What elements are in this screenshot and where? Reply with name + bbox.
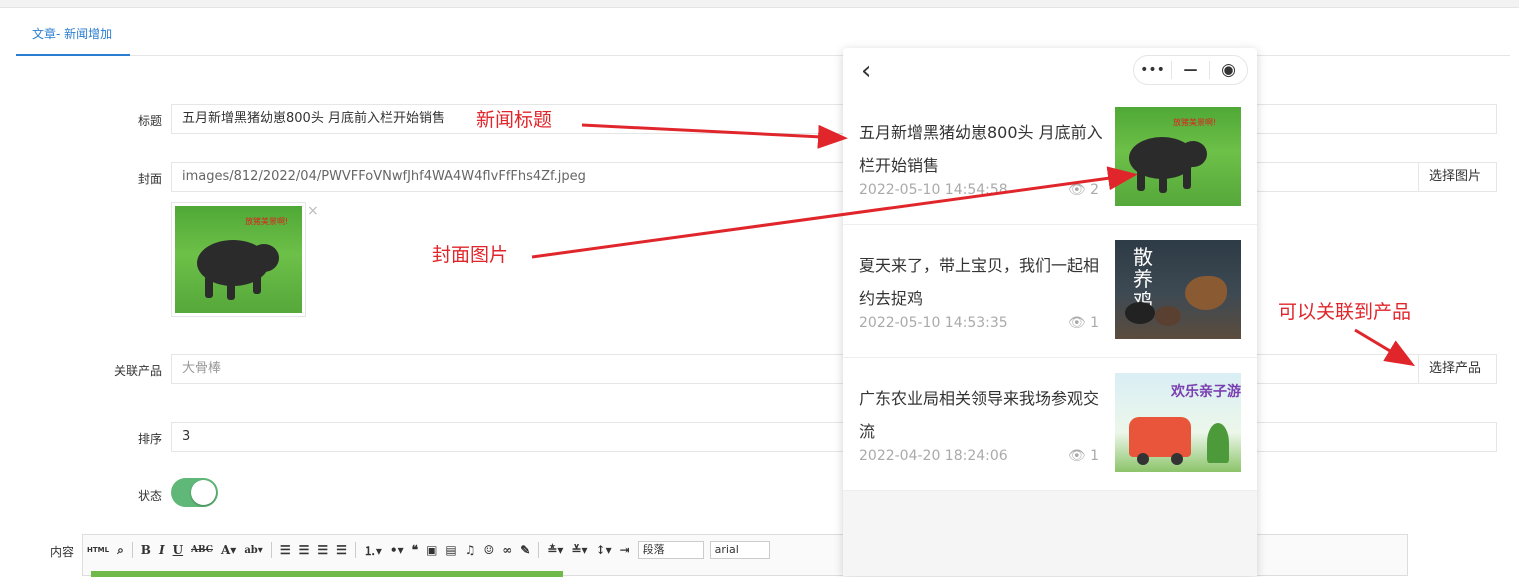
eye-icon: 👁 xyxy=(1067,448,1086,464)
status-toggle[interactable] xyxy=(171,478,218,507)
unordered-list-icon[interactable]: •▾ xyxy=(390,543,404,557)
font-color-icon[interactable]: A▾ xyxy=(221,543,236,557)
toolbar-divider xyxy=(538,542,540,558)
toolbar-divider xyxy=(354,542,356,558)
annotation-product: 可以关联到产品 xyxy=(1278,301,1412,323)
minimize-icon[interactable]: — xyxy=(1172,61,1209,79)
select-product-button[interactable]: 选择产品 xyxy=(1418,354,1497,384)
indent-icon[interactable]: ⇥ xyxy=(620,543,630,557)
annotation-cover: 封面图片 xyxy=(432,244,509,266)
back-icon[interactable]: ‹ xyxy=(861,56,871,86)
news-title: 五月新增黑猪幼崽800头 月底前入栏开始销售 xyxy=(859,123,1103,175)
tab-news-add[interactable]: 文章- 新闻增加 xyxy=(16,8,130,56)
select-image-button[interactable]: 选择图片 xyxy=(1418,162,1497,192)
quote-icon[interactable]: ❝ xyxy=(412,543,418,557)
news-list: 五月新增黑猪幼崽800头 月底前入栏开始销售 2022-05-10 14:54:… xyxy=(843,92,1257,491)
phone-preview: ‹ ••• — ◉ 五月新增黑猪幼崽800头 月底前入栏开始销售 2022-05… xyxy=(843,48,1257,576)
news-image-chicken: 散养鸡 xyxy=(1115,240,1241,339)
title-label: 标题 xyxy=(137,114,162,128)
news-image-pig: 放猪美景啊! xyxy=(1115,107,1241,206)
news-views: 👁 2 xyxy=(1067,182,1099,198)
pig-image: 放猪美景啊! xyxy=(175,206,302,313)
row-spacing-top-icon[interactable]: ≛▾ xyxy=(547,543,563,557)
align-left-icon[interactable]: ☰ xyxy=(280,543,291,557)
italic-icon[interactable]: I xyxy=(159,543,165,557)
phone-header: ‹ ••• — ◉ xyxy=(843,48,1257,92)
row-spacing-bottom-icon[interactable]: ≚▾ xyxy=(571,543,587,557)
sort-label: 排序 xyxy=(137,432,162,446)
bold-icon[interactable]: B xyxy=(141,543,151,557)
mini-program-capsule: ••• — ◉ xyxy=(1133,55,1248,85)
news-date: 2022-04-20 18:24:06 xyxy=(859,448,1008,464)
tab-bar: 文章- 新闻增加 xyxy=(16,8,1510,56)
news-item[interactable]: 五月新增黑猪幼崽800头 月底前入栏开始销售 2022-05-10 14:54:… xyxy=(843,92,1257,225)
align-right-icon[interactable]: ☰ xyxy=(317,543,328,557)
status-label: 状态 xyxy=(137,489,162,503)
eraser-icon[interactable]: ✎ xyxy=(520,543,530,557)
cover-label: 封面 xyxy=(137,172,162,186)
cover-caption: 放猪美景啊! xyxy=(245,217,289,226)
news-item[interactable]: 夏天来了，带上宝贝，我们一起相约去捉鸡 2022-05-10 14:53:35 … xyxy=(843,225,1257,358)
top-bar xyxy=(0,0,1519,8)
news-item[interactable]: 广东农业局相关领导来我场参观交流 2022-04-20 18:24:06 👁 1… xyxy=(843,358,1257,491)
toggle-knob xyxy=(191,480,216,505)
news-date: 2022-05-10 14:54:58 xyxy=(859,182,1008,198)
ordered-list-icon[interactable]: ⒈▾ xyxy=(364,542,382,559)
news-image-travel: 欢乐亲子游 xyxy=(1115,373,1241,472)
music-icon[interactable]: ♫ xyxy=(465,543,476,557)
remove-cover-icon[interactable]: × xyxy=(307,203,319,219)
content-label: 内容 xyxy=(49,545,74,559)
line-height-icon[interactable]: ↕▾ xyxy=(596,543,612,557)
news-views: 👁 1 xyxy=(1067,448,1099,464)
paragraph-select[interactable]: 段落 xyxy=(637,541,704,559)
news-title: 广东农业局相关领导来我场参观交流 xyxy=(859,389,1100,441)
news-views: 👁 1 xyxy=(1067,315,1099,331)
more-icon[interactable]: ••• xyxy=(1134,61,1171,79)
news-date: 2022-05-10 14:53:35 xyxy=(859,315,1008,331)
sort-input[interactable]: 3 xyxy=(171,422,1497,452)
eye-icon: 👁 xyxy=(1067,182,1086,198)
close-target-icon[interactable]: ◉ xyxy=(1210,61,1247,79)
product-label: 关联产品 xyxy=(113,364,162,378)
title-input[interactable]: 五月新增黑猪幼崽800头 月底前入栏开始销售 xyxy=(171,104,1497,134)
toolbar-divider xyxy=(131,542,133,558)
emoji-icon[interactable]: ☺ xyxy=(484,543,495,557)
cover-thumbnail: 放猪美景啊! xyxy=(171,202,306,317)
strikethrough-icon[interactable]: ABC xyxy=(191,545,213,555)
image-icon[interactable]: ▣ xyxy=(426,543,437,557)
highlight-icon[interactable]: ab▾ xyxy=(244,545,263,556)
link-icon[interactable]: ∞ xyxy=(502,543,512,557)
editor-content-image xyxy=(91,571,563,577)
zoom-icon[interactable]: ⌕ xyxy=(117,543,124,558)
eye-icon: 👁 xyxy=(1067,315,1086,331)
video-icon[interactable]: ▤ xyxy=(445,543,456,557)
align-center-icon[interactable]: ☰ xyxy=(299,543,310,557)
align-justify-icon[interactable]: ☰ xyxy=(336,543,347,557)
annotation-title: 新闻标题 xyxy=(476,109,553,131)
font-family-select[interactable]: arial xyxy=(709,541,770,559)
html-source-icon[interactable]: HTML xyxy=(87,546,109,554)
toolbar-divider xyxy=(270,542,272,558)
underline-icon[interactable]: U xyxy=(173,543,183,557)
news-title: 夏天来了，带上宝贝，我们一起相约去捉鸡 xyxy=(859,256,1100,308)
